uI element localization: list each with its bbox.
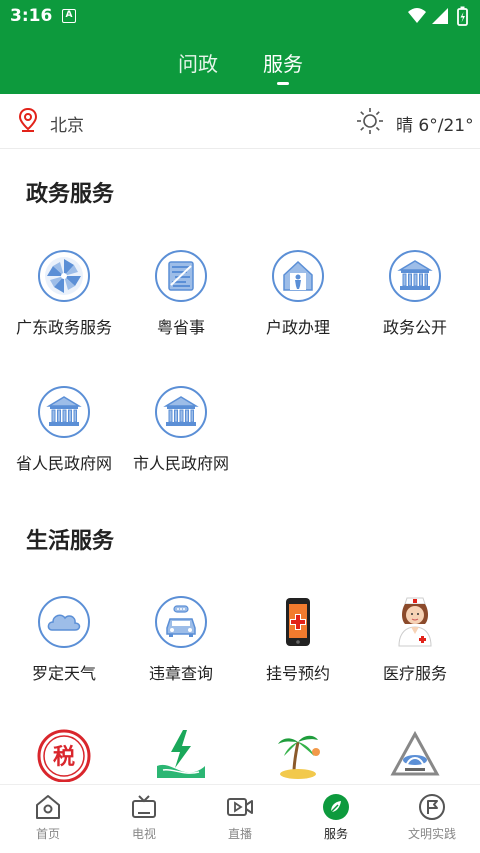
nav-live[interactable]: 直播: [192, 793, 288, 842]
section-title-life: 生活服务: [26, 529, 115, 554]
city-name[interactable]: 北京: [50, 111, 84, 136]
tax-seal-text: 税: [53, 744, 75, 770]
service-violation-query[interactable]: 违章查询: [123, 594, 239, 684]
phone-medical-icon: [286, 598, 310, 646]
service-label: 粤省事: [156, 318, 205, 337]
active-tab-indicator: [277, 82, 289, 85]
service-traffic[interactable]: [357, 726, 473, 782]
location-pin-icon[interactable]: [18, 108, 38, 132]
government-building-icon: [389, 250, 441, 302]
nav-civilization-practice[interactable]: 文明实践: [384, 793, 480, 842]
service-gov-affairs-open[interactable]: 政务公开: [357, 248, 473, 338]
bottom-nav-bar: 首页 电视 直播 服务 文明实践: [0, 784, 480, 853]
service-label: 户政办理: [265, 318, 330, 337]
service-label: 罗定天气: [31, 664, 96, 683]
government-building-icon: [38, 386, 90, 438]
weather-text: 晴 6°/21°: [396, 116, 474, 136]
nav-label: 服务: [323, 827, 348, 841]
electricity-icon: [157, 730, 205, 778]
nav-label: 首页: [35, 827, 60, 841]
service-yueshengshi[interactable]: 粤省事: [123, 248, 239, 338]
car-icon: [155, 596, 207, 648]
status-time: 3:16: [10, 6, 53, 26]
nav-label: 电视: [131, 827, 156, 841]
service-luoding-weather[interactable]: 罗定天气: [6, 594, 122, 684]
service-label: 省人民政府网: [15, 454, 112, 473]
compass-icon: [323, 794, 349, 820]
location-weather-bar: 北京 晴 6°/21°: [0, 94, 480, 149]
nav-label: 文明实践: [407, 827, 456, 841]
service-label: 医疗服务: [382, 664, 447, 683]
service-tourism[interactable]: [240, 726, 356, 782]
tv-icon: [132, 795, 156, 818]
wifi-icon: [408, 8, 426, 23]
flag-circle-icon: [419, 794, 445, 820]
service-city-gov-site[interactable]: 市人民政府网: [123, 384, 239, 474]
government-building-icon: [155, 386, 207, 438]
service-provincial-gov-site[interactable]: 省人民政府网: [6, 384, 122, 474]
nav-tv[interactable]: 电视: [96, 793, 192, 842]
section-title-gov: 政务服务: [26, 182, 115, 207]
palm-island-icon: [270, 726, 326, 782]
pinwheel-icon: [38, 250, 90, 302]
system-status-icons: [408, 6, 468, 26]
top-tab-bar: 问政 服务: [0, 34, 480, 94]
nav-home[interactable]: 首页: [0, 793, 96, 842]
service-label: 违章查询: [148, 664, 213, 683]
nav-service[interactable]: 服务: [288, 793, 384, 842]
service-label: 政务公开: [382, 318, 447, 337]
service-label: 挂号预约: [265, 664, 330, 683]
yue-logo-icon: [155, 250, 207, 302]
service-guangdong-gov[interactable]: 广东政务服务: [6, 248, 122, 338]
service-label: 市人民政府网: [132, 454, 229, 473]
sun-icon: [357, 108, 383, 134]
tax-seal-icon: 税: [36, 726, 92, 782]
house-person-icon: [272, 250, 324, 302]
signal-icon: [432, 8, 448, 24]
video-play-icon: [227, 798, 253, 816]
notification-a-icon: A: [62, 9, 76, 23]
service-medical[interactable]: 医疗服务: [357, 594, 473, 684]
service-electricity[interactable]: [123, 726, 239, 782]
service-registration-appointment[interactable]: 挂号预约: [240, 594, 356, 684]
service-household-registration[interactable]: 户政办理: [240, 248, 356, 338]
service-label: 广东政务服务: [15, 318, 112, 337]
home-icon: [36, 795, 60, 819]
nav-label: 直播: [227, 827, 252, 841]
status-bar: 3:16 A: [0, 0, 480, 34]
road-triangle-icon: [390, 730, 440, 776]
cloud-icon: [38, 596, 90, 648]
tab-fuwu[interactable]: 服务: [263, 48, 303, 77]
nurse-icon: [398, 597, 432, 647]
tab-wenzheng[interactable]: 问政: [178, 48, 218, 77]
service-tax[interactable]: 税: [6, 726, 122, 782]
